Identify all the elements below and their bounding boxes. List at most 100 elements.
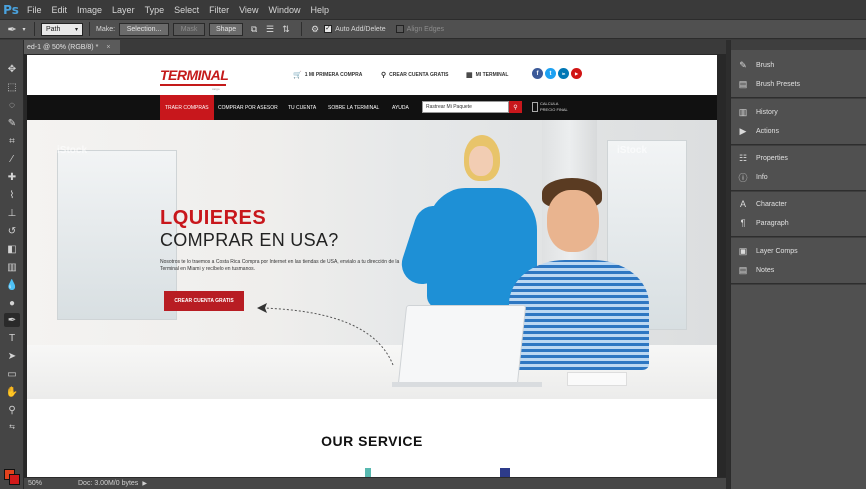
dodge-tool-icon[interactable]: ●	[4, 296, 20, 310]
clone-stamp-tool-icon[interactable]: ⊥	[4, 206, 20, 220]
make-shape-button[interactable]: Shape	[209, 22, 244, 36]
zoom-level[interactable]: 50%	[24, 479, 54, 489]
panel-group-divider	[731, 190, 866, 192]
menu-filter[interactable]: Filter	[204, 5, 234, 15]
panel-group-divider	[731, 283, 866, 285]
panel-info[interactable]: ⓘ Info	[731, 168, 866, 186]
pen-tool-preset-icon[interactable]: ✒	[4, 22, 20, 36]
divider	[34, 22, 35, 36]
brush-tool-icon[interactable]: ⌇	[4, 188, 20, 202]
background-color-swatch[interactable]	[9, 474, 20, 485]
document-tab[interactable]: ed-1 @ 50% (RGB/8) * ×	[24, 40, 120, 54]
align-edges-label: Align Edges	[406, 25, 445, 33]
site-nav: TRAER COMPRAS COMPRAR POR ASESOR TU CUEN…	[27, 95, 717, 120]
header-link-create-account: ⚲ CREAR CUENTA GRATIS	[381, 71, 449, 79]
man-face	[547, 190, 599, 252]
eraser-tool-icon[interactable]: ◧	[4, 242, 20, 256]
blur-tool-icon[interactable]: 💧	[4, 278, 20, 292]
pen-mode-value: Path	[46, 25, 61, 33]
eyedropper-tool-icon[interactable]: ⁄	[4, 152, 20, 166]
woman-face	[469, 146, 493, 176]
chevron-down-icon[interactable]: ▾	[20, 22, 28, 36]
menu-edit[interactable]: Edit	[47, 5, 73, 15]
close-icon[interactable]: ×	[106, 44, 110, 51]
panel-label: History	[756, 108, 778, 116]
menu-select[interactable]: Select	[169, 5, 204, 15]
website-mockup-canvas[interactable]: TERMINAL cargo 🛒 1 MI PRIMERA COMPRA ⚲ C…	[27, 55, 717, 477]
pen-mode-select[interactable]: Path ▾	[41, 22, 83, 36]
panel-history[interactable]: ▥ History	[731, 103, 866, 121]
watermark-text: iStock	[617, 145, 648, 156]
panel-brush-presets[interactable]: ▤ Brush Presets	[731, 75, 866, 93]
header-link-label: MI TERMINAL	[475, 72, 509, 78]
panel-layer-comps[interactable]: ▣ Layer Comps	[731, 242, 866, 260]
menu-window[interactable]: Window	[263, 5, 305, 15]
document-tab-bar: ed-1 @ 50% (RGB/8) * ×	[24, 40, 726, 54]
menu-file[interactable]: File	[22, 5, 47, 15]
search-icon: ⚲	[509, 101, 522, 113]
quick-select-tool-icon[interactable]: ✎	[4, 116, 20, 130]
swap-colors-icon[interactable]: ⇆	[4, 420, 20, 434]
zoom-tool-icon[interactable]: ⚲	[4, 403, 20, 417]
auto-add-delete-label: Auto Add/Delete	[335, 25, 386, 33]
photoshop-window: Ps File Edit Image Layer Type Select Fil…	[0, 0, 866, 489]
path-operations-icon[interactable]: ⧉	[247, 23, 261, 35]
status-bar: 50% Doc: 3.00M/0 bytes ▶	[24, 477, 726, 489]
lasso-tool-icon[interactable]: ◌	[4, 98, 20, 112]
panel-group-divider	[731, 144, 866, 146]
rectangle-tool-icon[interactable]: ▭	[4, 367, 20, 381]
header-link-my-terminal: ▦ MI TERMINAL	[466, 71, 508, 79]
hero-description: Nosotros te lo traemos a Costa Rica Comp…	[160, 259, 400, 272]
laptop-base	[392, 382, 542, 387]
panel-label: Paragraph	[756, 219, 789, 227]
menu-view[interactable]: View	[234, 5, 263, 15]
path-arrangement-icon[interactable]: ⇅	[279, 23, 293, 35]
hand-tool-icon[interactable]: ✋	[4, 385, 20, 399]
panel-properties[interactable]: ☷ Properties	[731, 149, 866, 167]
path-alignment-icon[interactable]: ☰	[263, 23, 277, 35]
panel-brush[interactable]: ✎ Brush	[731, 56, 866, 74]
panel-label: Brush	[756, 61, 775, 69]
chevron-right-icon[interactable]: ▶	[142, 480, 147, 487]
menu-bar: Ps File Edit Image Layer Type Select Fil…	[0, 0, 866, 19]
header-link-first-purchase: 🛒 1 MI PRIMERA COMPRA	[293, 71, 362, 79]
document-tab-title: ed-1 @ 50% (RGB/8) *	[27, 43, 99, 51]
properties-icon: ☷	[738, 152, 748, 163]
auto-add-delete-checkbox[interactable]: ✓	[324, 25, 333, 33]
paragraph-icon: ¶	[740, 218, 746, 228]
gradient-tool-icon[interactable]: ▥	[4, 260, 20, 274]
menu-layer[interactable]: Layer	[107, 5, 140, 15]
type-tool-icon[interactable]: T	[4, 331, 20, 345]
make-selection-button[interactable]: Selection...	[119, 22, 170, 36]
align-edges-checkbox[interactable]	[395, 25, 404, 33]
panel-label: Actions	[756, 127, 779, 135]
hero-headline-1: LQUIERES	[160, 207, 267, 229]
move-tool-icon[interactable]: ✥	[4, 62, 20, 76]
panel-character[interactable]: A Character	[731, 195, 866, 213]
hero-headline-2: COMPRAR EN USA?	[160, 230, 339, 250]
man-figure	[509, 260, 649, 370]
panel-paragraph[interactable]: ¶ Paragraph	[731, 214, 866, 232]
menu-image[interactable]: Image	[72, 5, 107, 15]
header-link-label: 1 MI PRIMERA COMPRA	[304, 72, 363, 78]
make-label: Make:	[96, 25, 116, 33]
path-selection-tool-icon[interactable]: ➤	[4, 349, 20, 363]
menu-help[interactable]: Help	[305, 5, 334, 15]
pen-tool-icon[interactable]: ✒	[4, 313, 20, 327]
history-brush-tool-icon[interactable]: ↺	[4, 224, 20, 238]
panel-group-divider	[731, 97, 866, 99]
panel-label: Properties	[756, 154, 788, 162]
menu-type[interactable]: Type	[140, 5, 170, 15]
marquee-tool-icon[interactable]: ⬚	[4, 80, 20, 94]
make-mask-button[interactable]: Mask	[173, 22, 206, 36]
site-logo-sub: cargo	[212, 87, 220, 91]
site-logo-text: TERMINAL	[160, 67, 229, 83]
panel-label: Info	[756, 173, 768, 181]
healing-brush-tool-icon[interactable]: ✚	[4, 170, 20, 184]
our-service-title: OUR SERVICE	[321, 433, 423, 449]
panel-actions[interactable]: ▶ Actions	[731, 122, 866, 140]
cart-icon: 🛒	[293, 72, 302, 79]
panel-notes[interactable]: ▤ Notes	[731, 261, 866, 279]
gear-icon[interactable]: ⚙	[308, 23, 322, 35]
crop-tool-icon[interactable]: ⌗	[4, 134, 20, 148]
